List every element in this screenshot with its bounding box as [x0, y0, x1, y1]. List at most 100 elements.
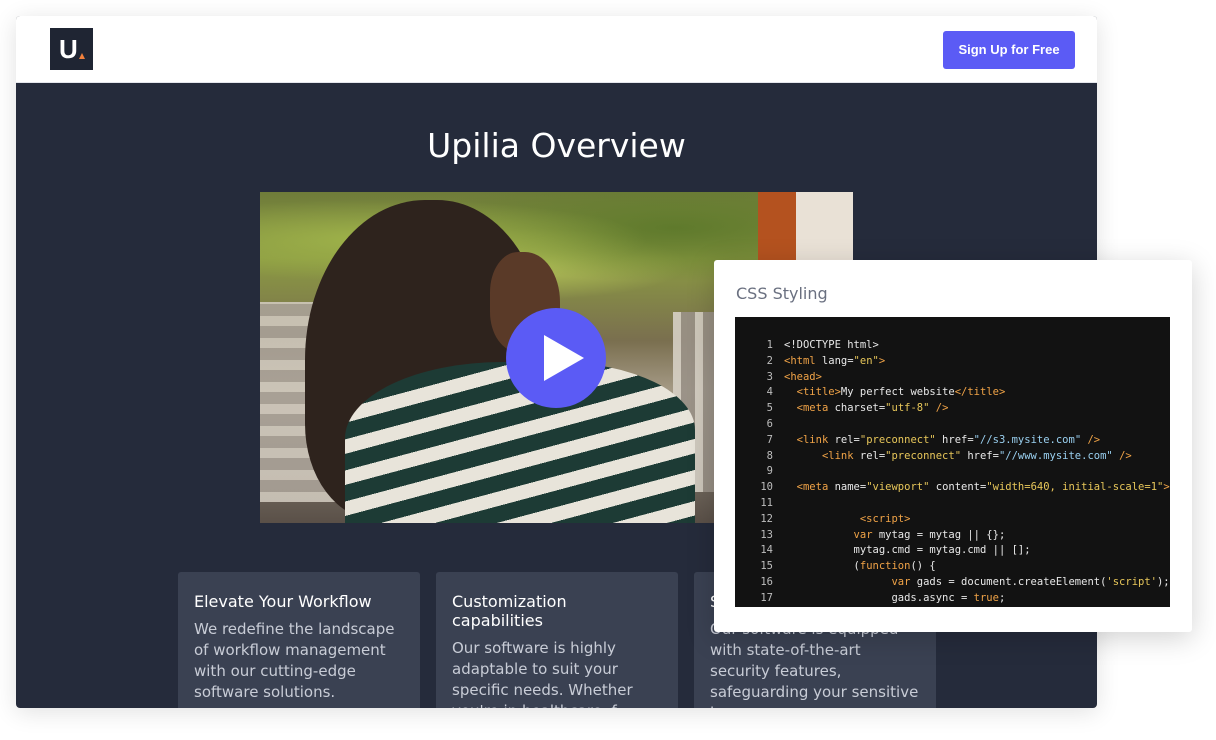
code-token: href= — [961, 449, 999, 462]
code-token: <link — [821, 449, 854, 462]
code-line: 10 <meta name="viewport" content="width=… — [735, 480, 1170, 496]
code-token: gads = document.createElement( — [910, 575, 1107, 588]
code-token: <meta — [796, 481, 829, 494]
code-text: (function() { — [784, 559, 936, 575]
line-number: 10 — [760, 481, 773, 494]
code-line: 11 — [735, 496, 1170, 512]
code-line: 3 <head> — [735, 370, 1170, 386]
code-token: /> — [1112, 449, 1132, 462]
code-token: 'script' — [1106, 575, 1157, 588]
code-line: 8 <link rel="preconnect" href="//www.mys… — [735, 449, 1170, 465]
code-text: <link rel="preconnect" href="//s3.mysite… — [784, 433, 1100, 449]
code-token: rel= — [828, 433, 860, 446]
line-number: 11 — [760, 496, 773, 509]
code-token: <script> — [859, 512, 911, 525]
code-token: mytag.cmd = mytag.cmd || []; — [853, 544, 1031, 557]
code-token: "//s3.mysite.com" — [973, 433, 1082, 446]
code-line: 14 mytag.cmd = mytag.cmd || []; — [735, 543, 1170, 559]
line-number: 4 — [766, 386, 773, 399]
css-styling-panel: CSS Styling 1 <!DOCTYPE html> 2 <html lang=… — [714, 260, 1192, 632]
feature-card-title: Customization capabilities — [452, 592, 567, 630]
code-token: "//www.mysite.com" — [998, 449, 1113, 462]
code-token: lang= — [815, 354, 854, 367]
signup-button[interactable]: Sign Up for Free — [943, 31, 1075, 69]
code-text: <html lang="en"> — [784, 354, 885, 370]
code-token: > — [1163, 481, 1170, 494]
line-number: 13 — [760, 528, 773, 541]
line-number: 3 — [766, 370, 773, 383]
line-number: 5 — [766, 402, 773, 415]
line-number: 16 — [760, 575, 773, 588]
code-text: gads.async = true; — [784, 591, 1005, 607]
feature-card-title: Elevate Your Workflow — [194, 592, 372, 611]
code-token: var — [853, 528, 873, 541]
code-token: "preconnect" — [885, 449, 962, 462]
upilia-logo[interactable]: U — [50, 28, 93, 70]
code-token: "preconnect" — [859, 433, 936, 446]
code-token: > — [878, 354, 886, 367]
code-token: function — [859, 560, 911, 573]
code-line: 13 var mytag = mytag || {}; — [735, 528, 1170, 544]
line-number: 12 — [760, 512, 773, 525]
code-text: <meta charset="utf-8" /> — [784, 401, 949, 417]
code-line: 1 <!DOCTYPE html> — [735, 338, 1170, 354]
code-text: mytag.cmd = mytag.cmd || []; — [784, 543, 1031, 559]
code-token: content= — [929, 481, 987, 494]
code-token: <meta — [796, 402, 829, 415]
line-number: 7 — [766, 433, 773, 446]
code-token: gads.async = — [891, 591, 974, 604]
code-token: </title> — [954, 386, 1006, 399]
feature-card-body: Our software is highly adaptable to suit… — [452, 639, 633, 708]
code-token: "en" — [853, 354, 879, 367]
code-line: 16 var gads = document.createElement('sc… — [735, 575, 1170, 591]
code-text: <!DOCTYPE html> — [784, 338, 879, 354]
code-line: 7 <link rel="preconnect" href="//s3.mysi… — [735, 433, 1170, 449]
code-token: My perfect website — [840, 386, 955, 399]
code-text: <head> — [784, 370, 822, 386]
page-title: Upilia Overview — [427, 126, 686, 165]
code-line: 4 <title>My perfect website</title> — [735, 385, 1170, 401]
code-token: <head> — [784, 370, 822, 383]
code-line: 6 — [735, 417, 1170, 433]
code-token: <!DOCTYPE html> — [784, 339, 879, 351]
code-token: charset= — [828, 402, 886, 415]
code-token: <title> — [796, 386, 841, 399]
code-token: <html — [784, 354, 816, 367]
line-number: 9 — [766, 465, 773, 478]
play-button[interactable] — [506, 308, 606, 408]
code-text: <script> — [784, 512, 911, 528]
code-token: "width=640, initial-scale=1" — [986, 481, 1164, 494]
feature-card-body: We redefine the landscape of workflow ma… — [194, 620, 395, 701]
code-text: var gads = document.createElement('scrip… — [784, 575, 1170, 591]
logo-text: U — [59, 34, 78, 64]
code-text: <title>My perfect website</title> — [784, 385, 1006, 401]
code-token: ; — [998, 591, 1006, 604]
code-token: "utf-8" — [885, 402, 930, 415]
code-line: 9 — [735, 464, 1170, 480]
code-token: /> — [1081, 433, 1101, 446]
line-number: 1 — [766, 339, 773, 351]
code-token: href= — [935, 433, 974, 446]
feature-card-customization: Customization capabilities Our software … — [436, 572, 678, 708]
code-line: 12 <script> — [735, 512, 1170, 528]
code-panel-title: CSS Styling — [736, 284, 828, 303]
code-token: mytag = mytag || {}; — [872, 528, 1006, 541]
code-editor[interactable]: 1 <!DOCTYPE html> 2 <html lang="en"> 3 <head>… — [735, 317, 1170, 607]
code-token: true — [973, 591, 999, 604]
code-token: <link — [796, 433, 829, 446]
line-number: 17 — [760, 591, 773, 604]
feature-card-workflow: Elevate Your Workflow We redefine the la… — [178, 572, 420, 708]
code-line: 5 <meta charset="utf-8" /> — [735, 401, 1170, 417]
code-token: /> — [929, 402, 949, 415]
line-number: 14 — [760, 544, 773, 557]
feature-card-body: Our software is equipped with state-of-t… — [710, 620, 919, 708]
line-number: 2 — [766, 354, 773, 367]
code-text: <meta name="viewport" content="width=640… — [784, 480, 1170, 496]
logo-accent-icon — [79, 53, 85, 59]
code-token: name= — [828, 481, 867, 494]
code-token: rel= — [853, 449, 886, 462]
code-token: ); — [1156, 575, 1170, 588]
top-navbar: U Sign Up for Free — [16, 16, 1097, 83]
code-text: <link rel="preconnect" href="//www.mysit… — [784, 449, 1132, 465]
code-line: 15 (function() { — [735, 559, 1170, 575]
